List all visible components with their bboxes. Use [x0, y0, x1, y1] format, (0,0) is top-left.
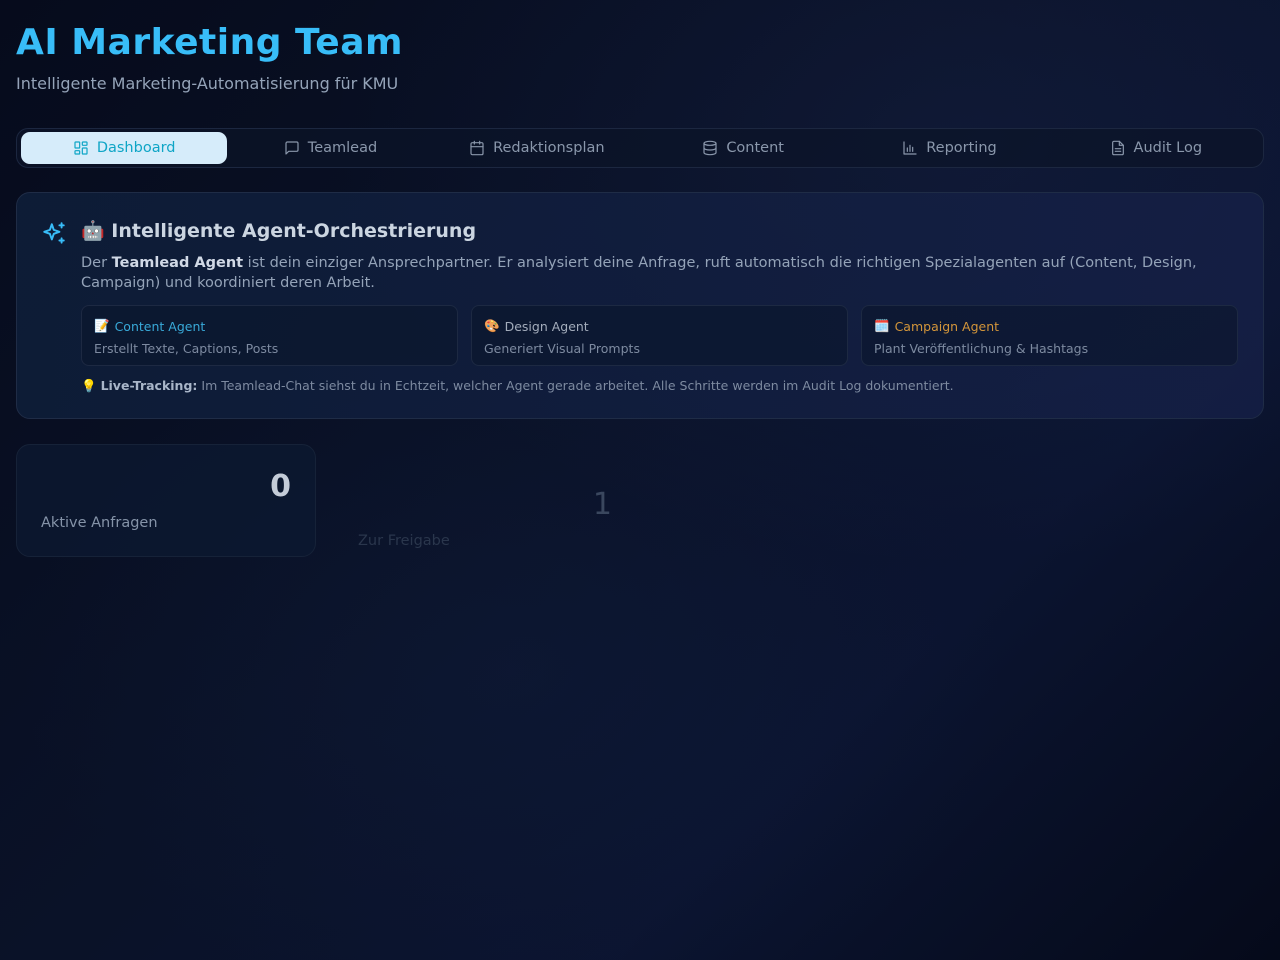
tracking-text: Im Teamlead-Chat siehst du in Echtzeit, … — [197, 378, 954, 393]
agent-name: Content Agent — [114, 318, 206, 334]
card-heading-text: Intelligente Agent-Orchestrierung — [111, 220, 477, 242]
stat-card-pending-approval: 1 Zur Freigabe — [333, 444, 633, 557]
tab-redaktionsplan[interactable]: Redaktionsplan — [434, 132, 640, 164]
tab-content[interactable]: Content — [640, 132, 846, 164]
desc-prefix: Der — [81, 255, 112, 271]
tab-label: Teamlead — [307, 140, 378, 156]
tracking-bold: Live-Tracking: — [100, 378, 198, 393]
calendar-emoji-icon: 🗓️ — [874, 318, 890, 333]
sparkles-icon — [41, 221, 67, 247]
memo-icon: 📝 — [94, 318, 110, 333]
document-icon — [1111, 140, 1124, 156]
lightbulb-icon: 💡 — [81, 378, 97, 393]
desc-rest: ist dein einziger Ansprechpartner. Er an… — [81, 255, 1197, 291]
desc-bold: Teamlead Agent — [111, 255, 244, 271]
tab-label: Content — [726, 140, 784, 156]
orchestration-info-card: 🤖 Intelligente Agent-Orchestrierung Der … — [16, 192, 1264, 419]
database-icon — [703, 140, 717, 156]
stat-label: Aktive Anfragen — [41, 515, 158, 531]
agent-desc: Generiert Visual Prompts — [484, 341, 640, 356]
agent-title: 📝 Content Agent — [94, 318, 445, 334]
agent-card-design: 🎨 Design Agent Generiert Visual Prompts — [471, 305, 848, 366]
agent-name: Campaign Agent — [894, 318, 1000, 334]
palette-icon: 🎨 — [484, 318, 500, 333]
agent-name: Design Agent — [504, 318, 589, 334]
stat-label: Zur Freigabe — [358, 533, 450, 549]
agent-desc: Plant Veröffentlichung & Hashtags — [874, 341, 1089, 356]
main-tabbar: Dashboard Teamlead Redaktionsplan Conten… — [16, 128, 1264, 168]
tab-label: Reporting — [926, 140, 997, 156]
app-title: AI Marketing Team — [16, 22, 404, 63]
chat-icon — [285, 141, 299, 155]
tab-reporting[interactable]: Reporting — [846, 132, 1052, 164]
calendar-icon — [470, 140, 484, 156]
tab-label: Redaktionsplan — [493, 140, 605, 156]
stat-card-active-requests: 0 Aktive Anfragen — [16, 444, 316, 557]
stat-value: 1 — [592, 487, 612, 522]
tab-teamlead[interactable]: Teamlead — [227, 132, 433, 164]
bar-chart-icon — [903, 141, 917, 155]
tab-label: Audit Log — [1133, 140, 1203, 156]
live-tracking-note: 💡 Live-Tracking: Im Teamlead-Chat siehst… — [81, 378, 954, 394]
card-heading: 🤖 Intelligente Agent-Orchestrierung — [81, 219, 476, 242]
dashboard-icon — [74, 141, 88, 155]
agent-title: 🗓️ Campaign Agent — [874, 318, 1225, 334]
tab-label: Dashboard — [96, 140, 176, 156]
agent-card-content: 📝 Content Agent Erstellt Texte, Captions… — [81, 305, 458, 366]
agent-desc: Erstellt Texte, Captions, Posts — [94, 341, 279, 356]
agent-title: 🎨 Design Agent — [484, 318, 835, 334]
agent-list: 📝 Content Agent Erstellt Texte, Captions… — [81, 305, 1238, 366]
card-description: Der Teamlead Agent ist dein einziger Ans… — [81, 253, 1201, 293]
robot-icon: 🤖 — [81, 220, 105, 242]
tab-dashboard[interactable]: Dashboard — [21, 132, 228, 164]
app-subtitle: Intelligente Marketing-Automatisierung f… — [16, 74, 399, 93]
agent-card-campaign: 🗓️ Campaign Agent Plant Veröffentlichung… — [861, 305, 1238, 366]
tab-audit-log[interactable]: Audit Log — [1053, 132, 1259, 164]
stat-value: 0 — [270, 469, 291, 504]
